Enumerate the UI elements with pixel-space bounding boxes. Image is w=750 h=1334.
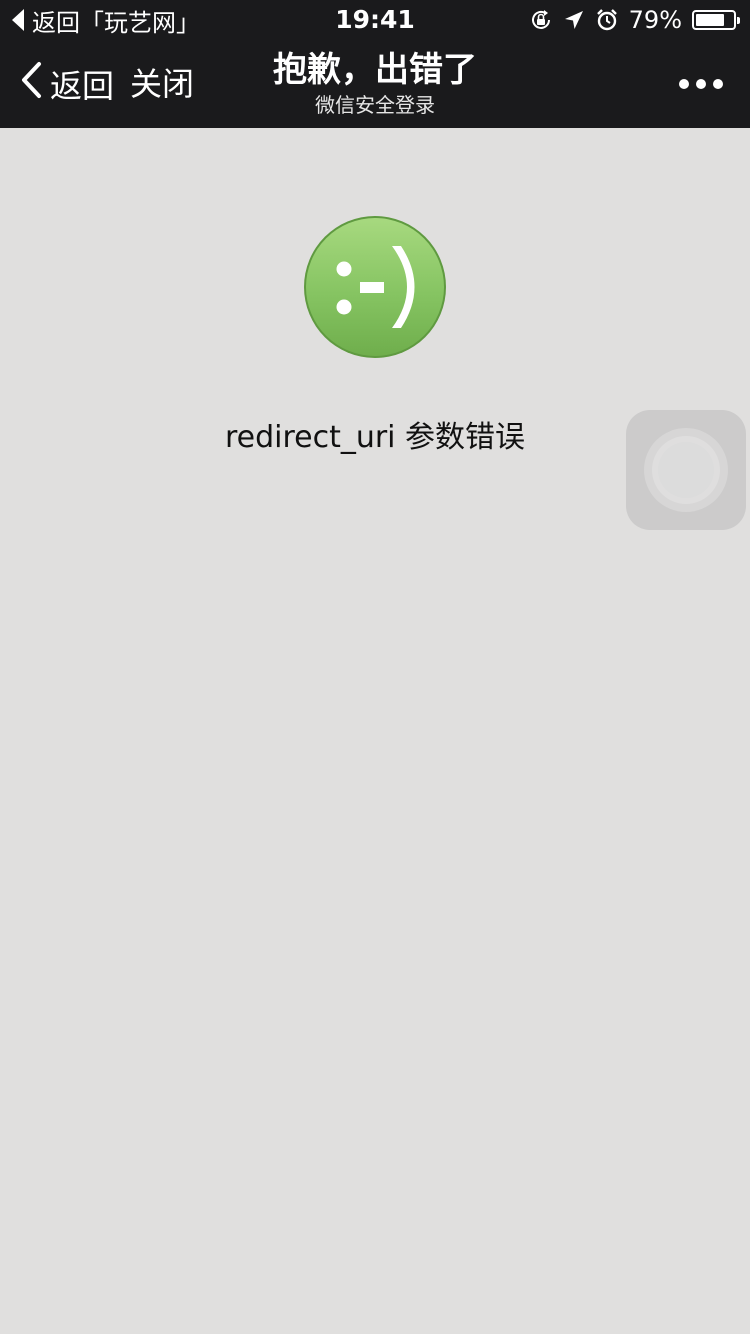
assistive-touch-button[interactable] (626, 410, 746, 530)
screen: 返回「玩艺网」 19:41 79% 返回 关闭 抱歉，出错了 微信安全登录 re… (0, 0, 750, 1334)
page-title: 抱歉，出错了 (273, 50, 477, 90)
battery-icon (692, 10, 740, 30)
assistive-touch-core (658, 442, 714, 498)
more-options-button[interactable] (678, 70, 724, 98)
location-arrow-icon (563, 9, 585, 31)
back-button[interactable]: 返回 (20, 62, 114, 106)
battery-tip (737, 17, 740, 24)
status-indicators: 79% (529, 4, 740, 36)
battery-level-fill (696, 14, 725, 26)
alarm-clock-icon (595, 8, 619, 32)
orientation-lock-icon (529, 8, 553, 32)
page-subtitle: 微信安全登录 (315, 93, 435, 117)
status-bar: 返回「玩艺网」 19:41 79% (0, 0, 750, 40)
more-dots-icon (679, 79, 723, 89)
back-button-label: 返回 (50, 67, 115, 105)
smiley-logo-icon (302, 214, 448, 360)
chevron-left-icon (20, 61, 42, 107)
battery-percent: 79% (628, 6, 682, 34)
nav-title-block: 抱歉，出错了 微信安全登录 (210, 48, 540, 118)
close-button[interactable]: 关闭 (130, 62, 194, 106)
nav-bar: 返回 关闭 抱歉，出错了 微信安全登录 (0, 40, 750, 128)
